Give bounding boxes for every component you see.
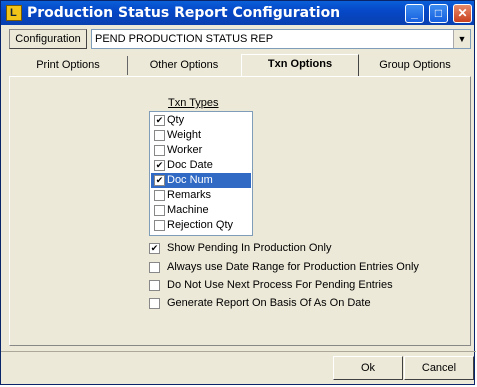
cancel-button[interactable]: Cancel [404,356,474,380]
checkbox-icon[interactable]: ✔ [154,115,165,126]
txn-types-label: Txn Types [168,97,219,109]
tab-other-options[interactable]: Other Options [127,56,242,75]
configuration-row: Configuration PEND PRODUCTION STATUS REP… [9,29,471,49]
txn-types-list[interactable]: ✔ Qty Weight Worker ✔ Doc Date ✔ Doc Num Re… [149,111,253,236]
tab-strip: Print Options Other Options Txn Options … [9,54,471,76]
chevron-down-icon[interactable]: ▼ [453,30,470,48]
tab-txn-options[interactable]: Txn Options [241,54,359,76]
list-item-doc-date[interactable]: ✔ Doc Date [151,158,251,173]
checkbox-icon[interactable]: ✔ [149,243,160,254]
checkbox-icon[interactable]: ✔ [154,175,165,186]
list-item-qty[interactable]: ✔ Qty [151,113,251,128]
list-item-remarks[interactable]: Remarks [151,188,251,203]
checkbox-icon[interactable] [154,145,165,156]
list-item-machine[interactable]: Machine [151,203,251,218]
tab-group-options[interactable]: Group Options [359,56,471,75]
configuration-button[interactable]: Configuration [9,29,87,49]
checkbox-icon[interactable] [149,262,160,273]
checkbox-icon[interactable] [154,130,165,141]
app-icon: L [6,5,22,21]
checkbox-icon[interactable] [154,190,165,201]
divider [1,351,476,352]
maximize-button[interactable]: □ [429,4,448,23]
close-button[interactable]: ✕ [453,4,472,23]
tab-print-options[interactable]: Print Options [9,56,128,75]
window-title: Production Status Report Configuration [27,5,341,21]
list-item-weight[interactable]: Weight [151,128,251,143]
configuration-value: PEND PRODUCTION STATUS REP [95,33,274,45]
configuration-select[interactable]: PEND PRODUCTION STATUS REP ▼ [91,29,471,49]
minimize-button[interactable]: _ [405,4,424,23]
checkbox-icon[interactable] [154,205,165,216]
list-item-doc-num[interactable]: ✔ Doc Num [151,173,251,188]
dialog-window: L Production Status Report Configuration… [0,0,476,385]
ok-button[interactable]: Ok [333,356,403,380]
checkbox-icon[interactable]: ✔ [154,160,165,171]
title-bar[interactable]: L Production Status Report Configuration… [1,1,474,25]
list-item-worker[interactable]: Worker [151,143,251,158]
checkbox-icon[interactable] [149,298,160,309]
checkbox-icon[interactable] [154,220,165,231]
checkbox-icon[interactable] [149,280,160,291]
list-item-rejection-qty[interactable]: Rejection Qty [151,218,251,233]
